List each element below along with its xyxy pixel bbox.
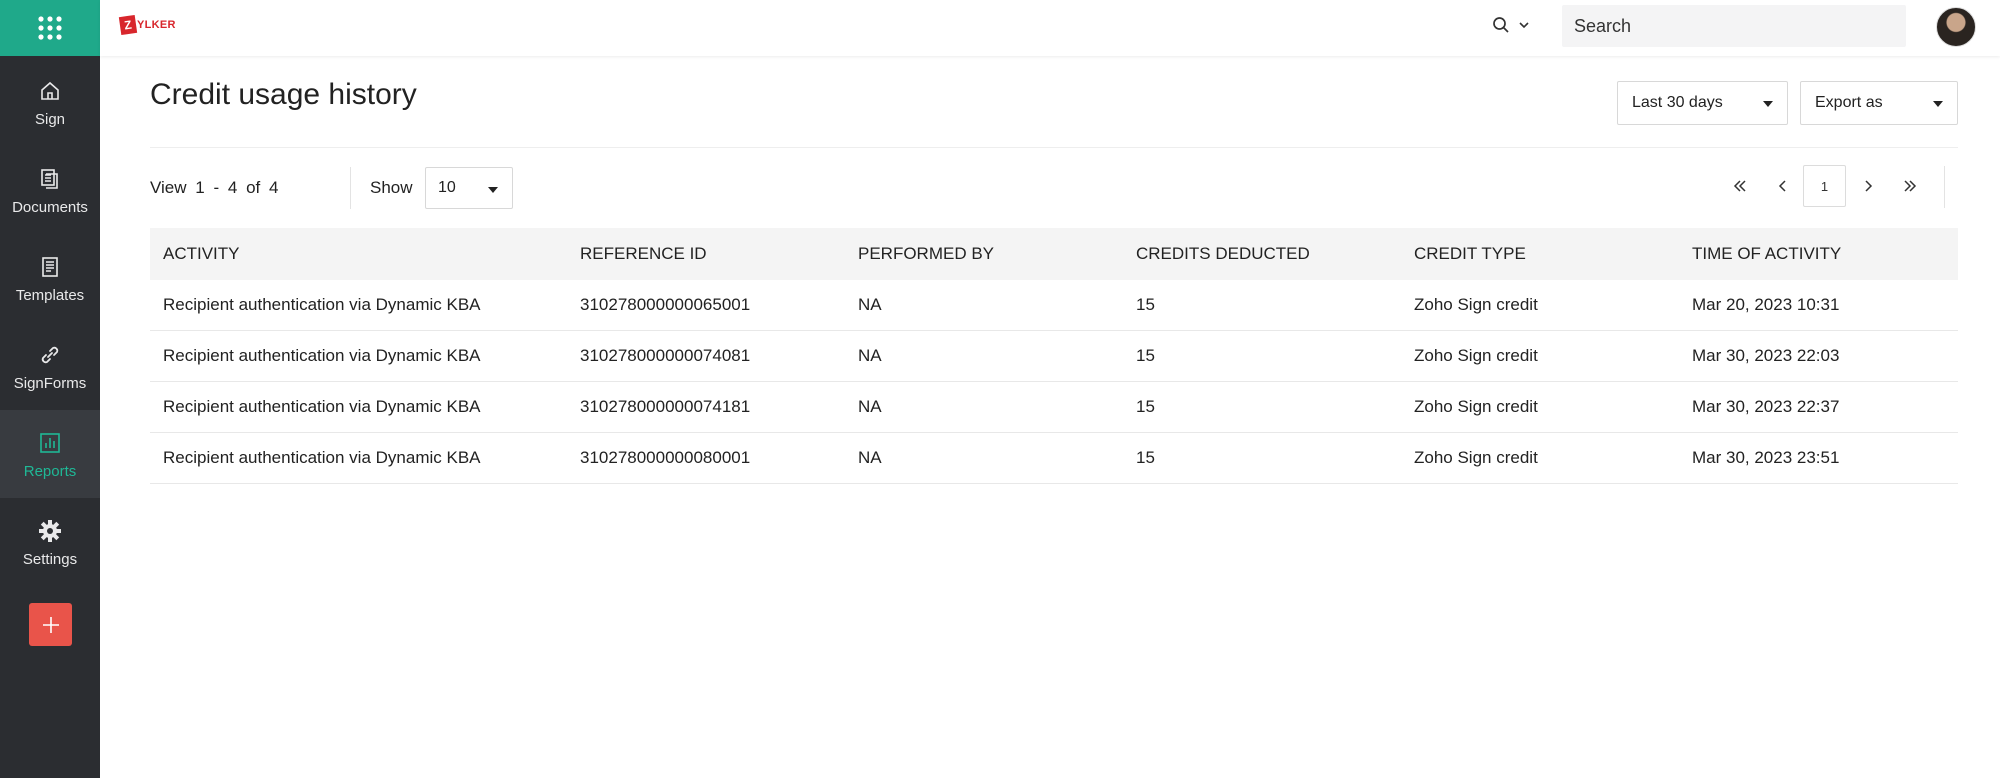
table-cell: Mar 30, 2023 22:03 (1692, 346, 1840, 365)
sidebar-item-templates[interactable]: Templates (0, 234, 100, 322)
page-size-select[interactable]: 10 (425, 167, 513, 209)
table-row[interactable]: Recipient authentication via Dynamic KBA… (150, 382, 1958, 433)
table-cell: Mar 20, 2023 10:31 (1692, 295, 1840, 314)
sidebar-item-signforms[interactable]: SignForms (0, 322, 100, 410)
divider (150, 147, 1958, 148)
current-page-number[interactable]: 1 (1803, 165, 1846, 207)
table-header: ACTIVITY REFERENCE ID PERFORMED BY CREDI… (150, 228, 1958, 280)
chevron-down-icon (1519, 22, 1529, 29)
templates-icon (36, 253, 64, 281)
column-header: CREDITS DEDUCTED (1136, 244, 1310, 263)
sidebar-item-documents[interactable]: Documents (0, 146, 100, 234)
add-button[interactable] (29, 603, 72, 646)
topbar: Z YLKER (100, 0, 2000, 56)
sidebar-item-label: Documents (12, 198, 88, 216)
caret-down-icon (488, 187, 498, 193)
search-input[interactable] (1574, 15, 1906, 37)
sidebar-item-reports[interactable]: Reports (0, 410, 100, 498)
date-range-dropdown[interactable]: Last 30 days (1617, 81, 1788, 125)
column-header: REFERENCE ID (580, 244, 707, 263)
table-cell: Recipient authentication via Dynamic KBA (163, 397, 481, 416)
table-cell: Mar 30, 2023 22:37 (1692, 397, 1840, 416)
column-header: CREDIT TYPE (1414, 244, 1526, 263)
export-dropdown[interactable]: Export as (1800, 81, 1958, 125)
table-row[interactable]: Recipient authentication via Dynamic KBA… (150, 433, 1958, 484)
last-page-button[interactable] (1895, 165, 1925, 207)
caret-down-icon (1933, 101, 1943, 107)
search-box (1562, 5, 1906, 47)
table-cell: Zoho Sign credit (1414, 448, 1538, 467)
plus-icon (42, 616, 59, 633)
table-cell: Zoho Sign credit (1414, 346, 1538, 365)
show-label: Show (370, 178, 413, 197)
table-cell: Recipient authentication via Dynamic KBA (163, 295, 481, 314)
reports-icon (36, 429, 64, 457)
caret-down-icon (1763, 101, 1773, 107)
table-cell: NA (858, 397, 882, 416)
table-cell: Recipient authentication via Dynamic KBA (163, 346, 481, 365)
sidebar-item-label: SignForms (13, 374, 87, 392)
avatar[interactable] (1936, 7, 1976, 47)
of-label: of (246, 178, 261, 197)
double-chevron-left-icon (1733, 180, 1746, 192)
divider (350, 167, 351, 209)
view-range-info: View 1 - 4 of 4 (150, 178, 278, 198)
brand-logo[interactable]: Z YLKER (118, 14, 176, 36)
sidebar: Sign Documents Templates SignForms Repor… (0, 0, 100, 778)
table-cell: Mar 30, 2023 23:51 (1692, 448, 1840, 467)
column-header: TIME OF ACTIVITY (1692, 244, 1842, 263)
logo-text: YLKER (137, 19, 176, 31)
sidebar-item-sign[interactable]: Sign (0, 58, 100, 146)
range-start: 1 (195, 178, 205, 197)
table-cell: 310278000000074181 (580, 397, 751, 416)
sidebar-item-label: Templates (15, 286, 85, 304)
app-switcher-button[interactable] (0, 0, 100, 56)
first-page-button[interactable] (1725, 165, 1755, 207)
range-end: 4 (227, 178, 238, 197)
date-range-value: Last 30 days (1632, 94, 1723, 111)
table-cell: 15 (1136, 448, 1155, 467)
total-count: 4 (269, 178, 279, 197)
table-row[interactable]: Recipient authentication via Dynamic KBA… (150, 280, 1958, 331)
gear-icon (36, 517, 64, 545)
table-cell: Recipient authentication via Dynamic KBA (163, 448, 481, 467)
export-label: Export as (1815, 94, 1883, 111)
sidebar-item-label: Reports (23, 462, 77, 480)
grid-icon (38, 16, 62, 40)
search-scope-dropdown[interactable] (1492, 16, 1530, 34)
table-cell: NA (858, 346, 882, 365)
sidebar-item-label: Settings (22, 550, 78, 568)
table-cell: 15 (1136, 346, 1155, 365)
page-title: Credit usage history (150, 78, 417, 111)
table-cell: Zoho Sign credit (1414, 295, 1538, 314)
table-cell: NA (858, 295, 882, 314)
previous-page-button[interactable] (1768, 165, 1798, 207)
search-icon (1493, 17, 1509, 33)
table-cell: 310278000000080001 (580, 448, 751, 467)
table-cell: Zoho Sign credit (1414, 397, 1538, 416)
next-page-button[interactable] (1853, 165, 1883, 207)
double-chevron-right-icon (1904, 180, 1917, 192)
chevron-right-icon (1865, 180, 1873, 192)
table-cell: 15 (1136, 397, 1155, 416)
table-cell: NA (858, 448, 882, 467)
page-size-value: 10 (438, 179, 456, 196)
logo-mark: Z (118, 14, 138, 36)
chevron-left-icon (1778, 180, 1786, 192)
table-cell: 310278000000065001 (580, 295, 751, 314)
range-separator: - (213, 178, 220, 197)
column-header: PERFORMED BY (858, 244, 995, 263)
sidebar-item-label: Sign (34, 110, 66, 128)
sidebar-item-settings[interactable]: Settings (0, 498, 100, 586)
table-cell: 310278000000074081 (580, 346, 751, 365)
view-label: View (150, 178, 187, 197)
table-row[interactable]: Recipient authentication via Dynamic KBA… (150, 331, 1958, 382)
home-icon (36, 77, 64, 105)
divider (1944, 166, 1945, 208)
documents-icon (36, 165, 64, 193)
link-icon (36, 341, 64, 369)
table-cell: 15 (1136, 295, 1155, 314)
column-header: ACTIVITY (163, 244, 240, 263)
credit-usage-table: ACTIVITY REFERENCE ID PERFORMED BY CREDI… (150, 228, 1958, 484)
